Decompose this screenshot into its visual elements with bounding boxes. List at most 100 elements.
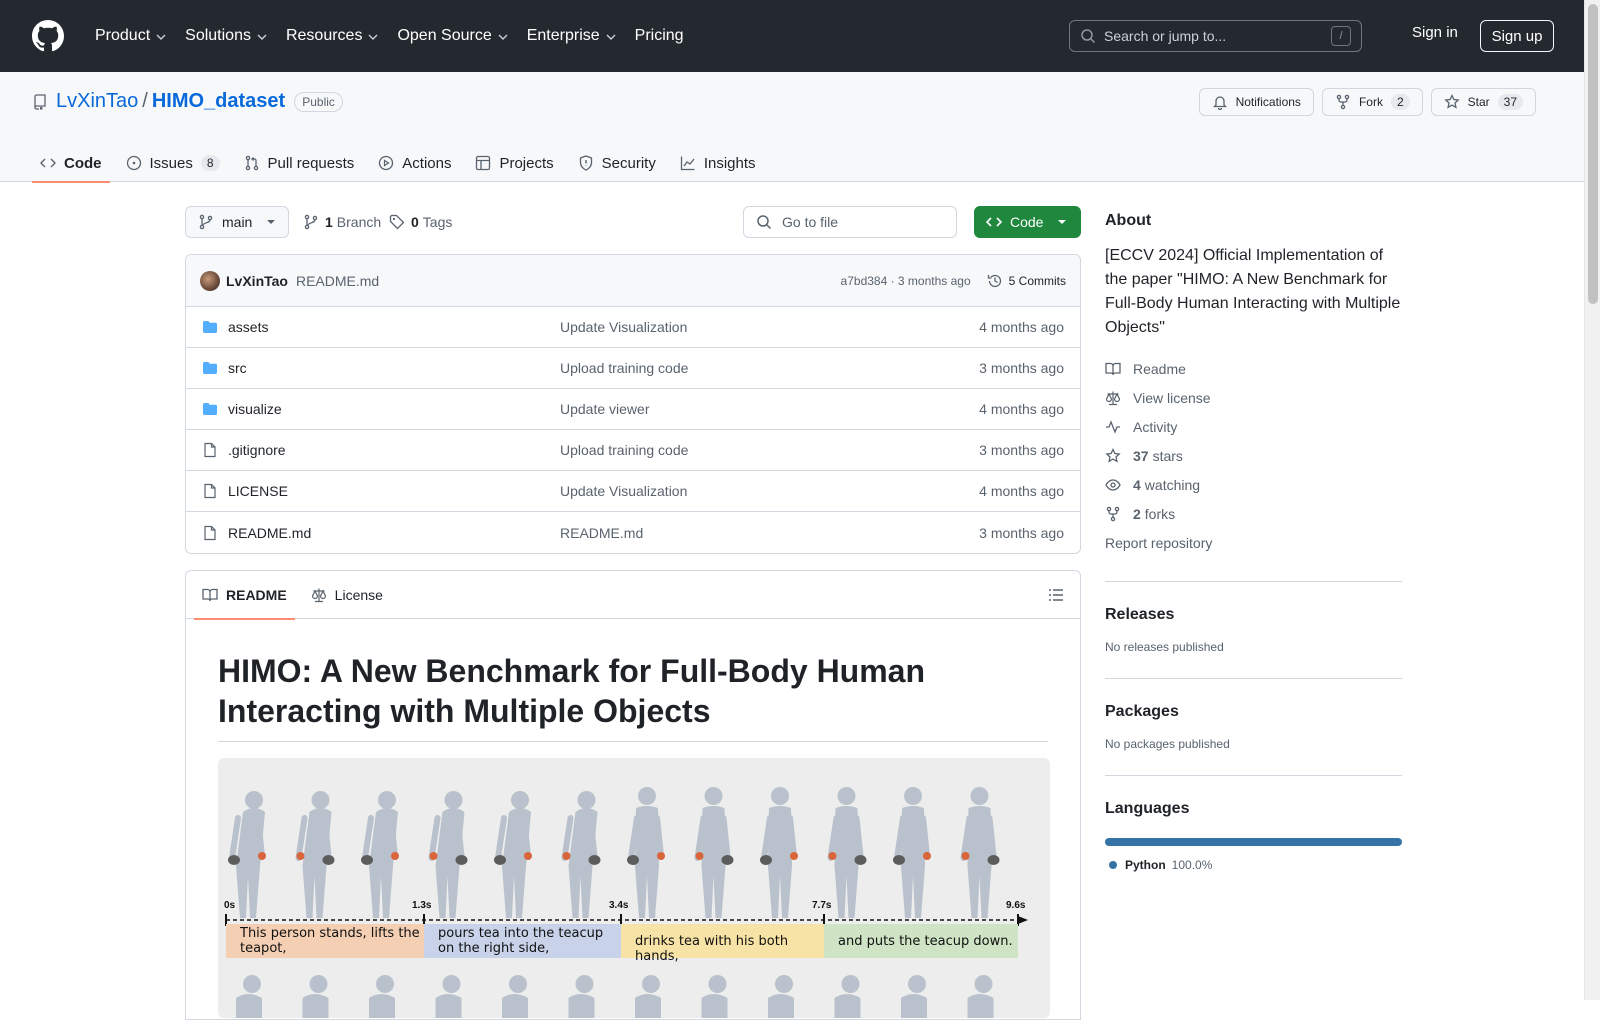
file-name-link[interactable]: .gitignore [228,442,560,458]
tab-issues[interactable]: Issues 8 [118,144,228,182]
license-link[interactable]: View license [1105,383,1402,412]
page-scrollbar[interactable] [1584,0,1600,1000]
tab-label: Actions [402,154,452,172]
global-nav: Product Solutions Resources Open Source … [86,20,693,52]
history-icon [987,274,1001,287]
license-tab[interactable]: License [303,571,391,619]
tab-insights[interactable]: Insights [672,144,764,182]
tab-code[interactable]: Code [32,144,110,183]
commit-message-link[interactable]: README.md [296,273,379,289]
about-description: [ECCV 2024] Official Implementation of t… [1105,247,1401,336]
activity-link[interactable]: Activity [1105,412,1402,441]
file-name-link[interactable]: src [228,360,560,376]
go-to-file-input[interactable]: Go to file [743,206,957,238]
github-logo-icon[interactable] [32,20,64,52]
releases-heading[interactable]: Releases [1105,606,1402,624]
forks-link[interactable]: 2 forks [1105,499,1402,528]
fork-label: Fork [1358,95,1383,109]
report-repository-link[interactable]: Report repository [1105,528,1402,557]
activity-link-label: Activity [1133,418,1178,435]
notifications-button[interactable]: Notifications [1198,88,1314,116]
file-name-link[interactable]: README.md [228,525,560,541]
star-button[interactable]: Star 37 [1430,88,1536,116]
file-icon [204,442,216,458]
commit-hash-time[interactable]: a7bd384 · 3 months ago [841,274,971,288]
nav-product[interactable]: Product [86,20,176,52]
file-name-link[interactable]: LICENSE [228,483,560,499]
file-commit-message[interactable]: README.md [560,525,979,541]
commit-author-link[interactable]: LvXinTao [226,273,288,289]
commits-history-link[interactable]: 5 Commits [987,273,1066,289]
packages-heading[interactable]: Packages [1105,703,1402,721]
human-figure [960,787,1000,918]
code-dropdown-button[interactable]: Code [974,206,1081,238]
global-header: Product Solutions Resources Open Source … [0,0,1600,72]
file-row[interactable]: .gitignore Upload training code 3 months a… [186,430,1080,471]
human-figure-body [502,994,528,1018]
human-figure-head [309,975,328,993]
tab-actions[interactable]: Actions [370,144,459,182]
sign-in-link[interactable]: Sign in [1412,24,1458,41]
branches-link[interactable]: 1 Branch [303,206,381,238]
stars-count: 37 [1133,447,1149,464]
file-row[interactable]: README.md README.md 3 months ago [186,512,1080,553]
human-figure-body [635,994,661,1018]
file-commit-time: 4 months ago [979,401,1064,417]
repo-owner-link[interactable]: LvXinTao [56,90,138,113]
tab-projects[interactable]: Projects [467,144,561,182]
tab-security[interactable]: Security [570,144,664,182]
human-figure-body [369,994,395,1018]
search-placeholder: Search or jump to... [1104,28,1227,44]
readme-tab[interactable]: README [194,571,295,620]
tab-label: Pull requests [267,154,355,172]
repo-tabs: Code Issues 8 Pull requests Actions Proj… [32,144,772,183]
file-commit-message[interactable]: Upload training code [560,442,979,458]
stars-link[interactable]: 37 stars [1105,441,1402,470]
nav-solutions[interactable]: Solutions [176,20,277,52]
file-row[interactable]: assets Update Visualization 4 months ago [186,307,1080,348]
nav-pricing[interactable]: Pricing [626,20,693,52]
caption-text: pours tea into the teacup on the right s… [438,926,604,956]
language-item[interactable]: Python 100.0% [1105,858,1402,872]
scrollbar-thumb[interactable] [1588,4,1598,304]
file-commit-message[interactable]: Update Visualization [560,483,979,499]
author-avatar[interactable] [200,270,220,291]
file-name-link[interactable]: visualize [228,401,560,417]
readme-link[interactable]: Readme [1105,354,1402,383]
file-commit-message[interactable]: Update viewer [560,401,979,417]
packages-section: Packages No packages published [1105,678,1402,751]
tags-link[interactable]: 0 Tags [389,206,452,238]
nav-open-source[interactable]: Open Source [388,20,517,52]
human-figure-body [302,994,329,1018]
graph-icon [680,156,695,171]
nav-resources[interactable]: Resources [277,20,388,52]
branch-select-button[interactable]: main [185,206,289,238]
repo-name-link[interactable]: HIMO_dataset [152,90,285,113]
global-search-input[interactable]: Search or jump to... / [1069,20,1362,52]
timeline-time-label: 0s [224,900,236,911]
watching-count: 4 [1133,476,1141,493]
code-icon [40,158,56,168]
watching-link[interactable]: 4 watching [1105,470,1402,499]
license-link-label: View license [1133,389,1211,406]
file-commit-message[interactable]: Upload training code [560,360,979,376]
stars-label: stars [1152,447,1183,464]
file-commit-message[interactable]: Update Visualization [560,319,979,335]
nav-label: Product [95,27,151,44]
sign-up-button[interactable]: Sign up [1480,20,1554,52]
human-figure [494,791,532,918]
search-icon [1081,29,1096,44]
fork-button[interactable]: Fork 2 [1321,88,1423,116]
file-row[interactable]: src Upload training code 3 months ago [186,348,1080,389]
play-icon [379,155,394,171]
file-name-link[interactable]: assets [228,319,560,335]
repo-title: LvXinTao / HIMO_dataset Public [32,90,343,113]
table-of-contents-icon[interactable] [1048,587,1064,603]
nav-enterprise[interactable]: Enterprise [518,20,626,52]
tab-label: Insights [703,154,756,172]
shield-icon [579,155,592,171]
file-row[interactable]: visualize Update viewer 4 months ago [186,389,1080,430]
tab-pull-requests[interactable]: Pull requests [236,144,363,182]
human-figure [428,791,468,918]
file-row[interactable]: LICENSE Update Visualization 4 months ago [186,471,1080,512]
